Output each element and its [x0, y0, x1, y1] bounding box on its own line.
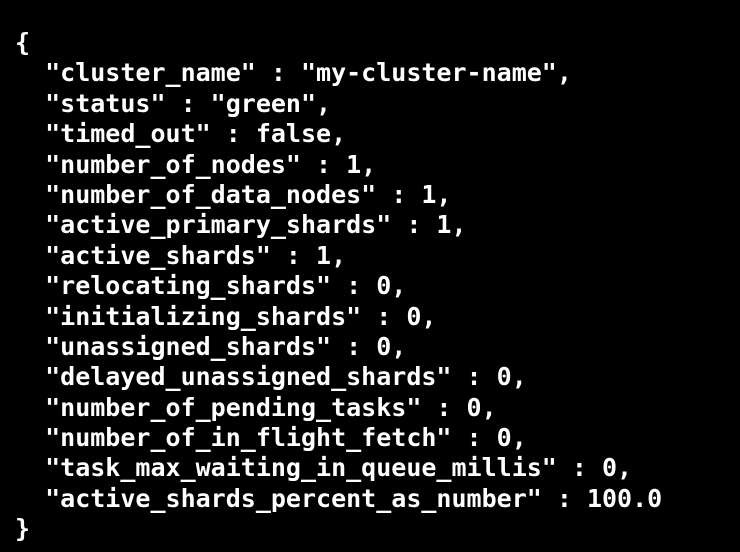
json-line-number-of-data-nodes: "number_of_data_nodes" : 1,: [15, 179, 452, 209]
json-line-active-shards: "active_shards" : 1,: [15, 240, 347, 270]
json-line-task-max-waiting: "task_max_waiting_in_queue_millis" : 0,: [15, 453, 633, 483]
json-line-active-primary-shards: "active_primary_shards" : 1,: [15, 210, 467, 240]
json-line-cluster-name: "cluster_name" : "my-cluster-name",: [15, 58, 572, 88]
json-close-brace: }: [15, 514, 31, 544]
json-line-timed-out: "timed_out" : false,: [15, 119, 347, 149]
json-line-initializing-shards: "initializing_shards" : 0,: [15, 301, 437, 331]
json-line-delayed-unassigned-shards: "delayed_unassigned_shards" : 0,: [15, 362, 527, 392]
json-line-status: "status" : "green",: [15, 88, 332, 118]
json-line-number-of-in-flight-fetch: "number_of_in_flight_fetch" : 0,: [15, 423, 527, 453]
json-line-number-of-pending-tasks: "number_of_pending_tasks" : 0,: [15, 392, 497, 422]
terminal-output: { "cluster_name" : "my-cluster-name", "s…: [0, 0, 740, 552]
json-line-number-of-nodes: "number_of_nodes" : 1,: [15, 149, 377, 179]
json-line-relocating-shards: "relocating_shards" : 0,: [15, 271, 407, 301]
json-line-active-shards-percent: "active_shards_percent_as_number" : 100.…: [15, 483, 663, 513]
json-open-brace: {: [15, 28, 31, 57]
json-line-unassigned-shards: "unassigned_shards" : 0,: [15, 331, 407, 361]
